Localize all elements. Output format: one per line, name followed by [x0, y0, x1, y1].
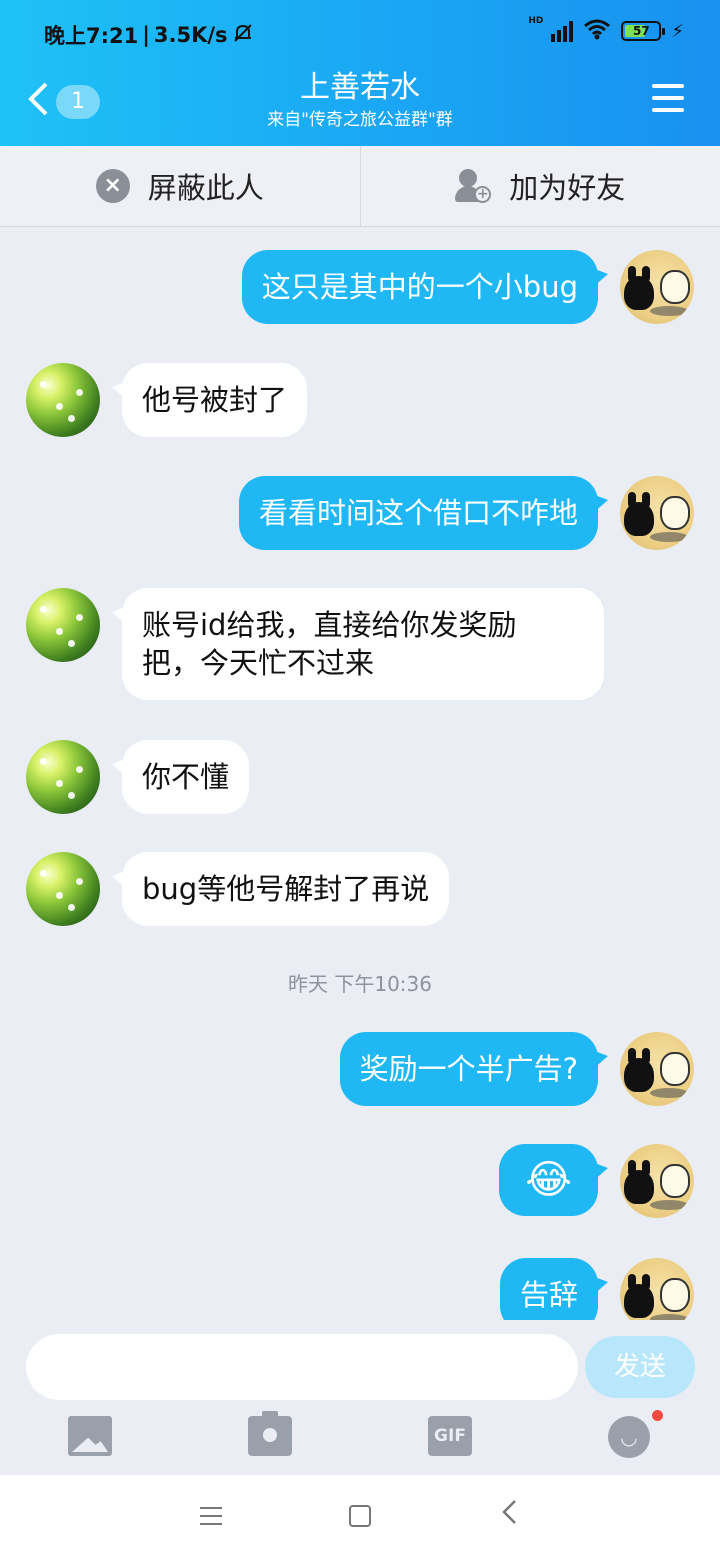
message-input[interactable]: [26, 1334, 578, 1400]
block-user-label: 屏蔽此人: [147, 171, 264, 205]
chat-subtitle: 来自"传奇之旅公益群"群: [267, 110, 453, 130]
notification-dot: [652, 1410, 663, 1421]
hd-label: HD: [528, 16, 544, 26]
status-separator: |: [142, 23, 150, 47]
message-bubble[interactable]: 账号id给我，直接给你发奖励 把，今天忙不过来: [112, 588, 604, 700]
send-button[interactable]: 发送: [585, 1336, 695, 1398]
chevron-left-icon: [26, 80, 50, 124]
my-avatar[interactable]: [620, 1258, 694, 1320]
message-bubble[interactable]: 奖励一个半广告?: [339, 1032, 609, 1106]
message-bubble[interactable]: 看看时间这个借口不咋地: [238, 476, 609, 550]
my-avatar[interactable]: [620, 1032, 694, 1106]
message-line: 账号id给我，直接给你发奖励: [142, 608, 517, 642]
chat-title: 上善若水: [300, 70, 420, 105]
battery-icon: 57: [621, 21, 666, 41]
battery-level: 57: [633, 24, 650, 38]
my-avatar[interactable]: [620, 476, 694, 550]
emoji-message-bubble[interactable]: 😂: [499, 1144, 608, 1216]
stranger-action-bar: × 屏蔽此人 + 加为好友: [0, 146, 720, 227]
my-avatar[interactable]: [620, 1144, 694, 1218]
add-friend-button[interactable]: + 加为好友: [359, 146, 720, 226]
camera-icon[interactable]: [248, 1411, 292, 1456]
back-nav-icon[interactable]: [500, 1497, 518, 1533]
contact-avatar[interactable]: [26, 740, 100, 814]
add-friend-label: 加为好友: [509, 171, 626, 205]
contact-avatar[interactable]: [26, 852, 100, 926]
status-time: 晚上7:21: [44, 24, 139, 48]
message-line: 把，今天忙不过来: [142, 646, 375, 680]
message-timestamp: 昨天 下午10:36: [288, 972, 432, 996]
message-bubble[interactable]: 他号被封了: [111, 363, 308, 437]
bell-off-icon: [232, 22, 254, 49]
add-friend-icon: +: [455, 169, 492, 203]
menu-icon[interactable]: [652, 84, 684, 112]
message-bubble[interactable]: 告辞: [499, 1258, 609, 1320]
wifi-icon: [583, 18, 611, 44]
unread-badge: 1: [56, 85, 100, 119]
status-bar: 晚上7:21 | 3.5K/s HD 57 ⚡: [0, 0, 720, 66]
message-bubble[interactable]: bug等他号解封了再说: [111, 852, 450, 926]
contact-avatar[interactable]: [26, 588, 100, 662]
recent-apps-icon[interactable]: [200, 1507, 222, 1525]
gif-icon[interactable]: GIF: [428, 1416, 472, 1456]
my-avatar[interactable]: [620, 250, 694, 324]
message-bubble[interactable]: 你不懂: [111, 740, 250, 814]
chat-header: 晚上7:21 | 3.5K/s HD 57 ⚡ 1 上善若水 来自"传奇之旅公益…: [0, 0, 720, 146]
message-bubble[interactable]: 这只是其中的一个小bug: [241, 250, 609, 324]
system-nav-bar: [0, 1475, 720, 1560]
back-button[interactable]: 1: [26, 80, 100, 124]
message-list[interactable]: 这只是其中的一个小bug 他号被封了 看看时间这个借口不咋地 账号id给我，直接…: [0, 228, 720, 1320]
emoji-icon[interactable]: ◡: [608, 1416, 650, 1458]
network-speed: 3.5K/s: [153, 23, 228, 47]
block-icon: ×: [95, 169, 130, 203]
image-icon[interactable]: [68, 1416, 112, 1456]
charging-icon: ⚡: [671, 20, 684, 42]
contact-avatar[interactable]: [26, 363, 100, 437]
composer: 发送 GIF ◡: [0, 1320, 720, 1475]
block-user-button[interactable]: × 屏蔽此人: [0, 146, 360, 226]
home-icon[interactable]: [349, 1505, 371, 1527]
signal-icon: [551, 20, 574, 42]
